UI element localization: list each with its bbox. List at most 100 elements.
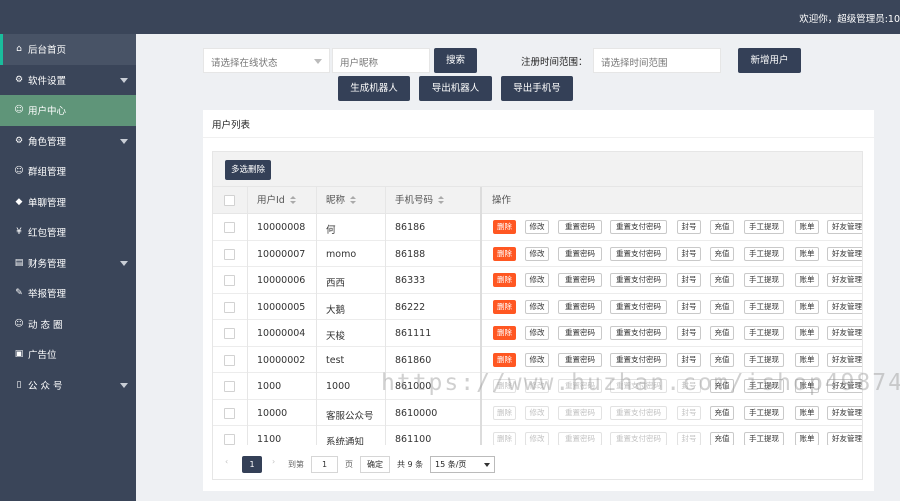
action-button-1[interactable]: 修改 [525, 352, 549, 367]
sidebar-item-5[interactable]: ◆ 单聊管理 [0, 187, 136, 218]
action-button-4[interactable]: 封号 [677, 246, 701, 261]
sort-icon[interactable] [350, 196, 357, 205]
goto-page-input[interactable]: 1 [311, 456, 338, 473]
bulk-delete-button[interactable]: 多选删除 [225, 160, 271, 180]
next-page-icon[interactable]: › [272, 457, 275, 466]
action-button-7[interactable]: 账单 [795, 299, 819, 314]
action-button-8[interactable]: 好友管理 [827, 273, 862, 287]
action-button-2[interactable]: 重置密码 [558, 220, 602, 234]
action-button-7[interactable]: 账单 [795, 379, 819, 393]
sidebar-item-10[interactable]: ▣ 广告位 [0, 339, 136, 370]
column-header-phone[interactable]: 手机号码 [395, 187, 445, 214]
action-button-5[interactable]: 充值 [710, 352, 734, 367]
sort-icon[interactable] [438, 196, 445, 205]
row-checkbox[interactable] [224, 275, 235, 286]
select-all-checkbox[interactable] [224, 195, 235, 206]
action-button-0[interactable]: 删除 [493, 273, 516, 287]
action-button-5[interactable]: 充值 [710, 273, 734, 287]
action-button-0[interactable]: 删除 [493, 246, 516, 261]
page-size-select[interactable]: 15 条/页 [430, 456, 495, 473]
action-button-2[interactable]: 重置密码 [558, 273, 602, 287]
sidebar-item-1[interactable]: ⚙ 软件设置 [0, 65, 136, 96]
sidebar-item-3[interactable]: ⚙ 角色管理 [0, 126, 136, 157]
action-button-0[interactable]: 删除 [493, 352, 516, 367]
sidebar-item-7[interactable]: ▤ 财务管理 [0, 248, 136, 279]
action-button-1[interactable]: 修改 [525, 220, 549, 234]
action-button-8[interactable]: 好友管理 [827, 432, 862, 446]
action-button-5[interactable]: 充值 [710, 379, 734, 393]
page-number-current[interactable]: 1 [242, 456, 262, 473]
action-button-7[interactable]: 账单 [795, 432, 819, 446]
export-phone-button[interactable]: 导出手机号 [501, 76, 573, 101]
row-checkbox[interactable] [224, 301, 235, 313]
action-button-8[interactable]: 好友管理 [827, 220, 862, 234]
action-button-6[interactable]: 手工提现 [744, 246, 784, 261]
action-button-6[interactable]: 手工提现 [744, 352, 784, 367]
action-button-3[interactable]: 重置支付密码 [610, 299, 667, 314]
action-button-0[interactable]: 删除 [493, 326, 516, 340]
action-button-6[interactable]: 手工提现 [744, 405, 784, 420]
action-button-0[interactable]: 删除 [493, 220, 516, 234]
action-button-2[interactable]: 重置密码 [558, 352, 602, 367]
action-button-2[interactable]: 重置密码 [558, 299, 602, 314]
sidebar-item-6[interactable]: ¥ 红包管理 [0, 217, 136, 248]
action-button-0[interactable]: 删除 [493, 299, 516, 314]
action-button-7[interactable]: 账单 [795, 405, 819, 420]
action-button-4[interactable]: 封号 [677, 273, 701, 287]
action-button-6[interactable]: 手工提现 [744, 326, 784, 340]
action-button-6[interactable]: 手工提现 [744, 220, 784, 234]
row-checkbox[interactable] [224, 354, 235, 366]
row-checkbox[interactable] [224, 434, 235, 445]
action-button-5[interactable]: 充值 [710, 299, 734, 314]
action-button-8[interactable]: 好友管理 [827, 405, 862, 420]
generate-robot-button[interactable]: 生成机器人 [338, 76, 410, 101]
action-button-5[interactable]: 充值 [710, 432, 734, 446]
action-button-4[interactable]: 封号 [677, 326, 701, 340]
sidebar-item-11[interactable]: ▯ 公 众 号 [0, 370, 136, 401]
sort-icon[interactable] [289, 196, 296, 205]
column-header-id[interactable]: 用户Id [257, 187, 296, 214]
add-user-button[interactable]: 新增用户 [738, 48, 801, 73]
action-button-5[interactable]: 充值 [710, 220, 734, 234]
action-button-7[interactable]: 账单 [795, 220, 819, 234]
sidebar-item-0[interactable]: ⌂ 后台首页 [0, 34, 136, 65]
sidebar-item-4[interactable]: ☺ 群组管理 [0, 156, 136, 187]
action-button-5[interactable]: 充值 [710, 405, 734, 420]
action-button-7[interactable]: 账单 [795, 246, 819, 261]
action-button-8[interactable]: 好友管理 [827, 246, 862, 261]
online-status-select[interactable]: 请选择在线状态 [203, 48, 330, 73]
sidebar-item-8[interactable]: ✎ 举报管理 [0, 278, 136, 309]
action-button-3[interactable]: 重置支付密码 [610, 273, 667, 287]
action-button-3[interactable]: 重置支付密码 [610, 220, 667, 234]
export-robot-button[interactable]: 导出机器人 [419, 76, 492, 101]
action-button-2[interactable]: 重置密码 [558, 326, 602, 340]
action-button-6[interactable]: 手工提现 [744, 273, 784, 287]
action-button-1[interactable]: 修改 [525, 246, 549, 261]
action-button-7[interactable]: 账单 [795, 273, 819, 287]
action-button-4[interactable]: 封号 [677, 220, 701, 234]
action-button-1[interactable]: 修改 [525, 326, 549, 340]
action-button-8[interactable]: 好友管理 [827, 326, 862, 340]
action-button-5[interactable]: 充值 [710, 326, 734, 340]
row-checkbox[interactable] [224, 222, 235, 233]
sidebar-item-2[interactable]: ☺ 用户中心 [0, 95, 136, 126]
prev-page-icon[interactable]: ‹ [225, 457, 228, 466]
action-button-3[interactable]: 重置支付密码 [610, 352, 667, 367]
action-button-1[interactable]: 修改 [525, 299, 549, 314]
action-button-3[interactable]: 重置支付密码 [610, 326, 667, 340]
action-button-8[interactable]: 好友管理 [827, 299, 862, 314]
sidebar-item-9[interactable]: ☺ 动 态 圈 [0, 309, 136, 340]
action-button-6[interactable]: 手工提现 [744, 299, 784, 314]
action-button-7[interactable]: 账单 [795, 352, 819, 367]
goto-confirm-button[interactable]: 确定 [360, 456, 390, 473]
action-button-6[interactable]: 手工提现 [744, 379, 784, 393]
action-button-8[interactable]: 好友管理 [827, 379, 862, 393]
action-button-4[interactable]: 封号 [677, 352, 701, 367]
date-range-input[interactable]: 请选择时间范围 [593, 48, 721, 73]
row-checkbox[interactable] [224, 381, 235, 392]
nickname-input[interactable]: 用户昵称 [332, 48, 430, 73]
row-checkbox[interactable] [224, 248, 235, 260]
action-button-8[interactable]: 好友管理 [827, 352, 862, 367]
action-button-7[interactable]: 账单 [795, 326, 819, 340]
action-button-1[interactable]: 修改 [525, 273, 549, 287]
